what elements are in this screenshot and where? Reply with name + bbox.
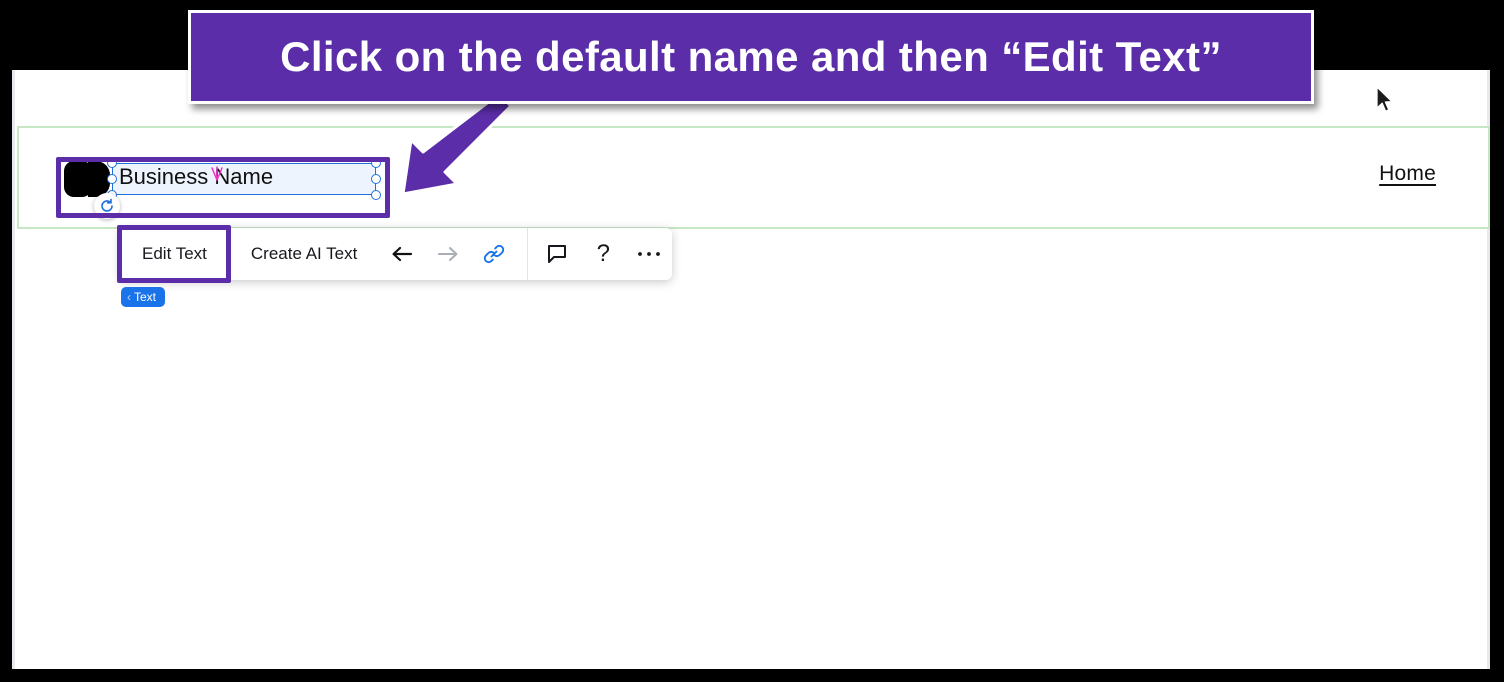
chevron-left-icon: ‹ xyxy=(127,290,131,304)
create-ai-text-button[interactable]: Create AI Text xyxy=(229,228,379,280)
selected-element-type-badge[interactable]: ‹ Text xyxy=(121,287,166,307)
text-element-toolbar: Edit Text Create AI Text ? xyxy=(120,228,673,280)
more-options-icon[interactable] xyxy=(626,228,672,280)
edit-text-button[interactable]: Edit Text xyxy=(120,228,229,280)
annotation-highlight-business-name xyxy=(56,157,390,218)
comment-icon[interactable] xyxy=(534,228,580,280)
instruction-banner: Click on the default name and then “Edit… xyxy=(188,10,1314,104)
toolbar-divider xyxy=(527,228,529,280)
forward-arrow-icon xyxy=(425,228,471,280)
link-icon[interactable] xyxy=(471,228,517,280)
help-icon[interactable]: ? xyxy=(580,228,626,280)
nav-link-home[interactable]: Home xyxy=(1379,162,1436,186)
badge-label: Text xyxy=(134,290,157,304)
screenshot-root: Home Business Name Edit Text Create AI T… xyxy=(0,0,1504,682)
page-left-edge xyxy=(12,70,15,669)
instruction-banner-text: Click on the default name and then “Edit… xyxy=(280,33,1222,80)
back-arrow-icon[interactable] xyxy=(379,228,425,280)
